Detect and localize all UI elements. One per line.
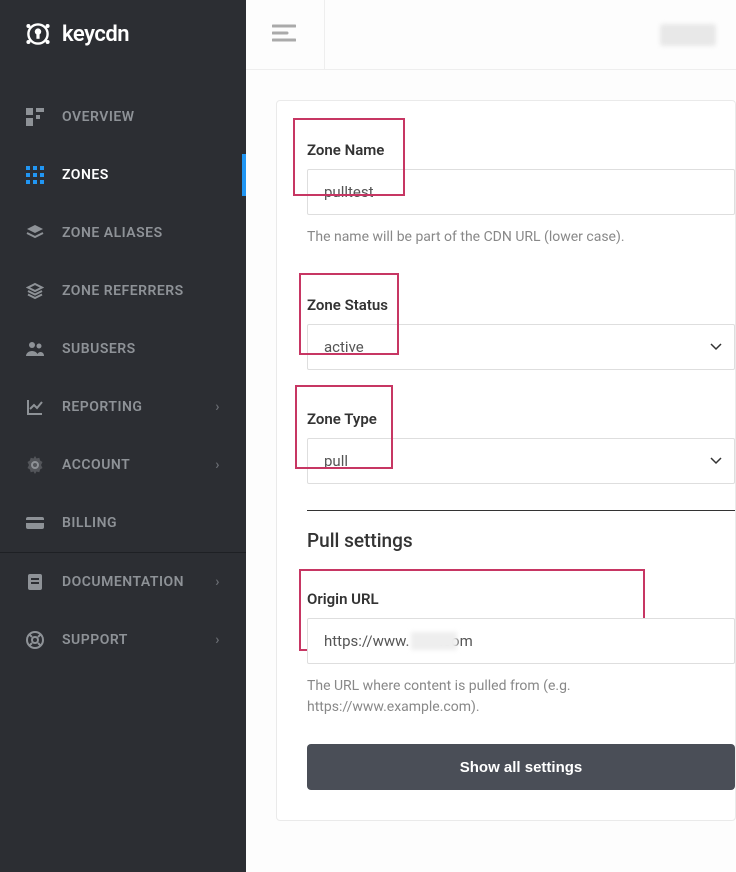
chart-icon [26, 398, 44, 416]
zone-type-field: Zone Type pull [307, 400, 735, 484]
document-icon [26, 573, 44, 591]
chevron-right-icon: › [215, 574, 220, 590]
nav-overview[interactable]: OVERVIEW [0, 88, 246, 146]
origin-url-label: Origin URL [307, 580, 391, 614]
nav-label: ZONE ALIASES [62, 225, 163, 241]
nav-reporting[interactable]: REPORTING › [0, 378, 246, 436]
origin-url-input[interactable] [307, 618, 735, 664]
origin-url-field: Origin URL The URL where content is pull… [307, 580, 735, 718]
sidebar: keycdn OVERVIEW ZONES ZONE ALIASES ZONE … [0, 0, 246, 872]
nav-label: ACCOUNT [62, 457, 130, 473]
menu-toggle-icon[interactable] [266, 18, 302, 52]
logo[interactable]: keycdn [0, 0, 246, 68]
nav-label: REPORTING [62, 399, 142, 415]
keycdn-logo-icon [22, 18, 54, 50]
nav-documentation[interactable]: DOCUMENTATION › [0, 553, 246, 611]
brand-name: keycdn [62, 22, 129, 47]
nav-label: ZONE REFERRERS [62, 283, 184, 299]
nav-support[interactable]: SUPPORT › [0, 611, 246, 669]
zone-type-label: Zone Type [307, 400, 389, 434]
zone-name-help: The name will be part of the CDN URL (lo… [307, 227, 735, 248]
nav-label: DOCUMENTATION [62, 574, 184, 590]
nav-label: BILLING [62, 515, 117, 531]
zone-status-select[interactable]: active [307, 324, 735, 370]
nav-billing[interactable]: BILLING [0, 494, 246, 552]
nav-subusers[interactable]: SUBUSERS [0, 320, 246, 378]
redacted-area [411, 632, 457, 650]
pull-settings-title: Pull settings [307, 529, 735, 552]
credit-card-icon [26, 514, 44, 532]
section-divider [307, 510, 735, 511]
dashboard-icon [26, 108, 44, 126]
content-area: Zone Name The name will be part of the C… [246, 70, 736, 872]
nav-zone-aliases[interactable]: ZONE ALIASES [0, 204, 246, 262]
grid-icon [26, 166, 44, 184]
nav-account[interactable]: ACCOUNT › [0, 436, 246, 494]
layers-alt-icon [26, 282, 44, 300]
lifebuoy-icon [26, 631, 44, 649]
topbar-separator [324, 0, 325, 69]
nav-label: SUBUSERS [62, 341, 136, 357]
show-all-settings-button[interactable]: Show all settings [307, 744, 735, 790]
origin-url-help: The URL where content is pulled from (e.… [307, 676, 735, 718]
nav-zone-referrers[interactable]: ZONE REFERRERS [0, 262, 246, 320]
chevron-right-icon: › [215, 399, 220, 415]
chevron-right-icon: › [215, 457, 220, 473]
nav-label: SUPPORT [62, 632, 128, 648]
nav-label: ZONES [62, 167, 109, 183]
primary-nav: OVERVIEW ZONES ZONE ALIASES ZONE REFERRE… [0, 88, 246, 552]
zone-name-label: Zone Name [307, 131, 396, 165]
zone-status-field: Zone Status active [307, 286, 735, 370]
topbar [246, 0, 736, 70]
chevron-right-icon: › [215, 632, 220, 648]
zone-name-input[interactable] [307, 169, 735, 215]
zone-status-label: Zone Status [307, 286, 400, 320]
nav-label: OVERVIEW [62, 109, 135, 125]
zone-form: Zone Name The name will be part of the C… [276, 100, 736, 821]
secondary-nav: DOCUMENTATION › SUPPORT › [0, 553, 246, 669]
nav-zones[interactable]: ZONES [0, 146, 246, 204]
zone-name-field: Zone Name The name will be part of the C… [307, 131, 735, 248]
gear-icon [26, 456, 44, 474]
users-icon [26, 340, 44, 358]
main-content: Zone Name The name will be part of the C… [246, 0, 736, 872]
zone-type-select[interactable]: pull [307, 438, 735, 484]
topbar-user-area[interactable] [660, 24, 716, 46]
layers-icon [26, 224, 44, 242]
